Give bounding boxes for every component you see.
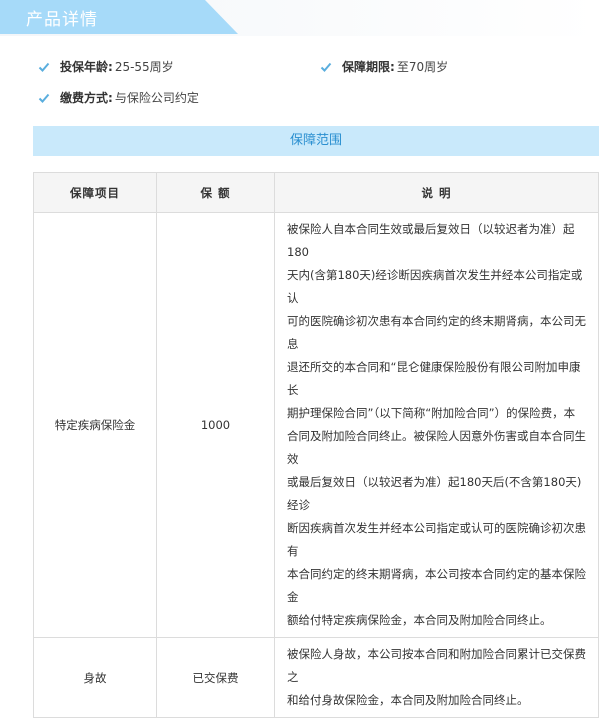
row-item: 身故 [33,637,157,718]
info-payment: 缴费方式: 与保险公司约定 [38,89,199,106]
check-icon [38,62,50,72]
coverage-table: 保障项目 保 额 说 明 特定疾病保险金 1000 被保险人自本合同生效或最后复… [33,172,599,718]
info-payment-label: 缴费方式: [60,91,113,105]
desc-line: 可的医院确诊初次患有本合同约定的终末期肾病，本公司无息 [287,314,586,351]
row-amount: 1000 [156,212,275,638]
info-age-value: 25-55周岁 [114,60,174,74]
desc-line: 退还所交的本合同和“昆仑健康保险股份有限公司附加申康长 [287,360,581,397]
desc-line: 额给付特定疾病保险金，本合同及附加险合同终止。 [287,613,552,627]
table-header-row: 保障项目 保 额 说 明 [33,172,599,213]
column-header-description: 说 明 [274,172,599,213]
info-age: 投保年龄: 25-55周岁 [38,58,174,75]
desc-line: 断因疾病首次发生并经本公司指定或认可的医院确诊初次患有 [287,521,586,558]
info-age-label: 投保年龄: [60,60,113,74]
desc-line: 和给付身故保险金，本合同及附加险合同终止。 [287,693,529,707]
info-period-value: 至70周岁 [396,60,449,74]
table-row: 身故 已交保费 被保险人身故，本公司按本合同和附加险合同累计已交保费之 和给付身… [33,637,599,718]
info-period: 保障期限: 至70周岁 [320,58,448,75]
desc-line: 或最后复效日（以较迟者为准）起180天后(不含第180天)经诊 [287,475,582,512]
desc-line: 期护理保险合同”（以下简称“附加险合同”）的保险费，本 [287,406,576,420]
column-header-item: 保障项目 [33,172,157,213]
desc-line: 被保险人自本合同生效或最后复效日（以较迟者为准）起180 [287,222,575,259]
page-title: 产品详情 [26,10,98,30]
desc-line: 本合同约定的终末期肾病，本公司按本合同约定的基本保险金 [287,567,586,604]
desc-line: 合同及附加险合同终止。被保险人因意外伤害或自本合同生效 [287,429,586,466]
coverage-title-bar: 保障范围 [33,126,599,156]
info-period-label: 保障期限: [342,60,395,74]
desc-line: 天内(含第180天)经诊断因疾病首次发生并经本公司指定或认 [287,268,583,305]
check-icon [38,93,50,103]
row-item: 特定疾病保险金 [33,212,157,638]
table-row: 特定疾病保险金 1000 被保险人自本合同生效或最后复效日（以较迟者为准）起18… [33,212,599,638]
row-description: 被保险人身故，本公司按本合同和附加险合同累计已交保费之 和给付身故保险金，本合同… [274,637,599,718]
row-description: 被保险人自本合同生效或最后复效日（以较迟者为准）起180 天内(含第180天)经… [274,212,599,638]
column-header-amount: 保 额 [156,172,275,213]
desc-line: 被保险人身故，本公司按本合同和附加险合同累计已交保费之 [287,647,586,684]
info-payment-value: 与保险公司约定 [114,91,199,105]
check-icon [320,62,332,72]
row-amount: 已交保费 [156,637,275,718]
